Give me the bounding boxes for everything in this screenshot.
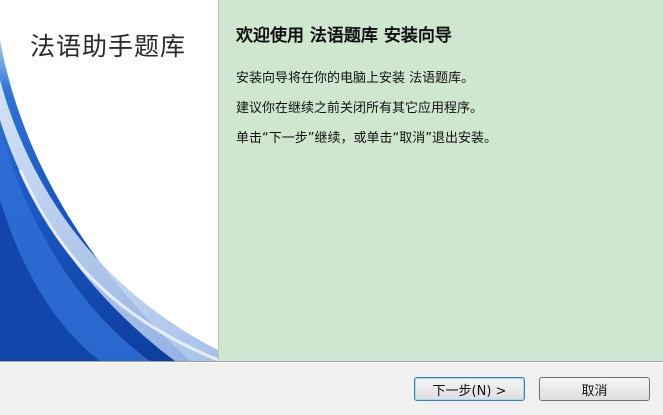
cancel-button[interactable]: 取消 (539, 377, 650, 401)
next-button[interactable]: 下一步(N) > (414, 377, 525, 401)
product-title: 法语助手题库 (30, 32, 187, 61)
continue-instruction-text: 单击“下一步”继续，或单击“取消”退出安装。 (236, 131, 497, 146)
footer-separator-highlight (0, 362, 663, 363)
wizard-content-panel: 欢迎使用 法语题库 安装向导 安装向导将在你的电脑上安装 法语题库。 建议你在继… (219, 0, 663, 361)
wizard-side-banner: 法语助手题库 (0, 0, 218, 361)
welcome-heading: 欢迎使用 法语题库 安装向导 (236, 26, 452, 46)
close-apps-advice-text: 建议你在继续之前关闭所有其它应用程序。 (236, 101, 484, 116)
install-info-text: 安装向导将在你的电脑上安装 法语题库。 (236, 71, 475, 86)
setup-wizard-window: 法语助手题库 欢迎使用 法语题库 安装向导 安装向导将在你的电脑上安装 法语题库… (0, 0, 663, 415)
